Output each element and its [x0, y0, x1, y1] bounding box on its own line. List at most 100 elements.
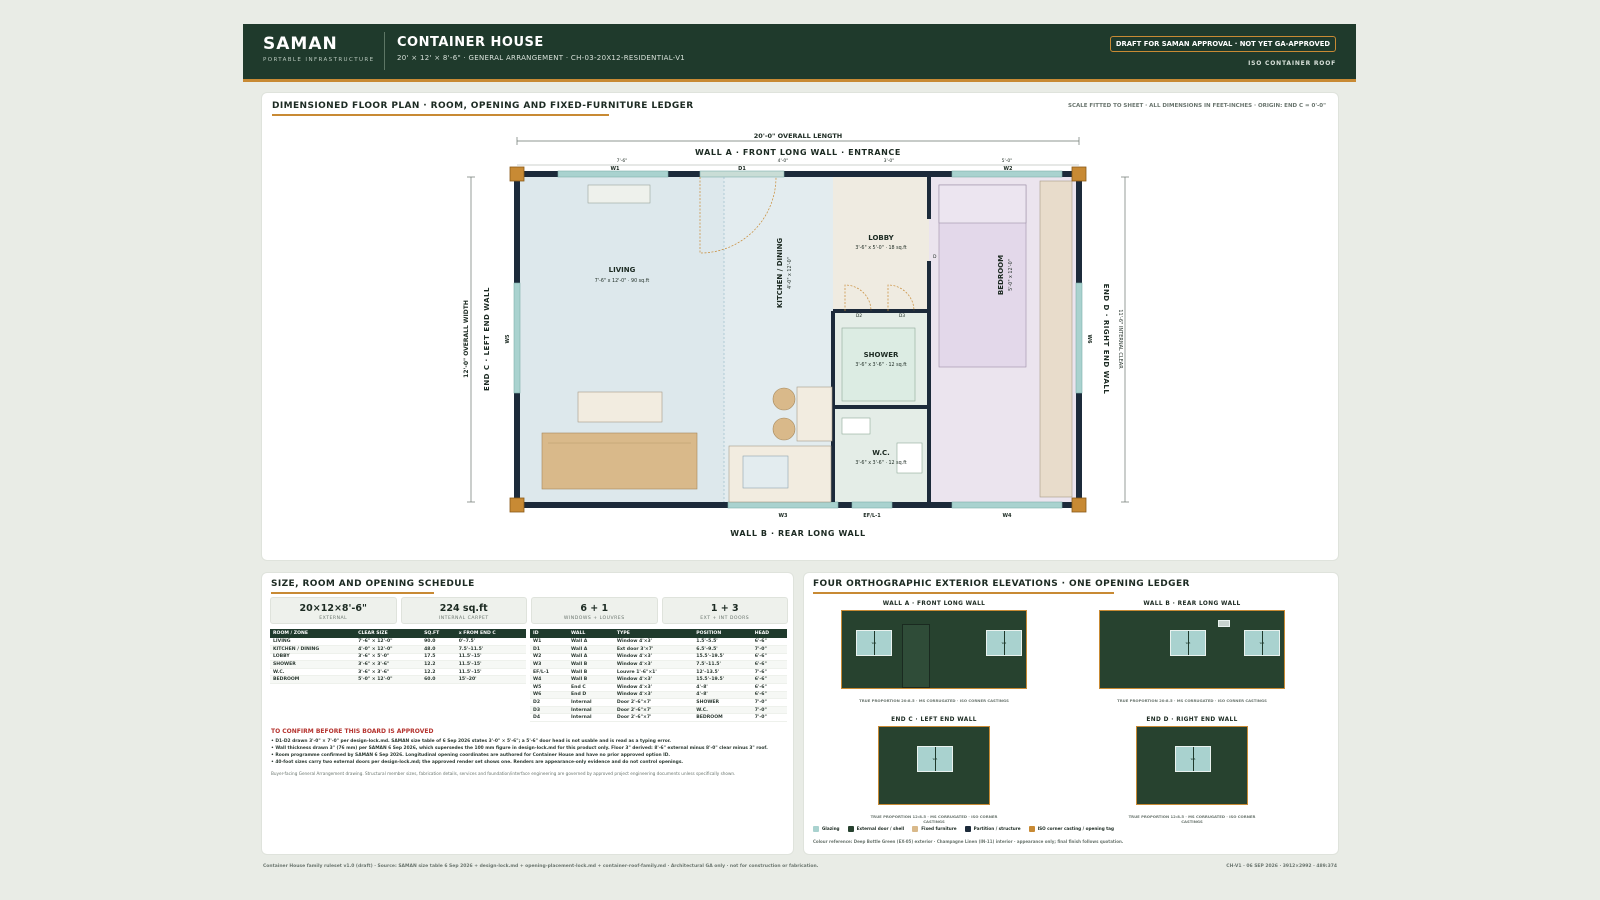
roof-type-tag: ISO CONTAINER ROOF — [1248, 60, 1336, 67]
table-cell: 7'-0" — [751, 698, 787, 707]
table-cell: 6'-6" — [751, 653, 787, 662]
col-header: HEAD — [751, 629, 787, 638]
elevation-title: END D · RIGHT END WALL — [1146, 717, 1238, 723]
table-cell: W.C. — [693, 706, 752, 715]
room-size-wc: 3'-6" x 3'-6" · 12 sq.ft — [855, 460, 906, 466]
table-cell: LOBBY — [270, 653, 356, 662]
stat-value: 1 + 3 — [710, 603, 739, 614]
table-row: W6 End D Window 4'×3' 4'–8' 6'-6" — [530, 691, 787, 700]
table-cell: End C — [568, 683, 614, 692]
table-cell: BEDROOM — [270, 675, 356, 685]
container-elevation: W3 W4 — [1099, 610, 1285, 689]
table-cell: Door 2'-6"×7' — [613, 713, 694, 723]
table-cell: W3 — [530, 660, 569, 669]
project-title: CONTAINER HOUSE — [397, 35, 544, 50]
mullion — [1188, 631, 1189, 655]
table-cell: Window 4'×3' — [613, 638, 694, 647]
table-row: EF/L-1 Wall B Louvre 1'-6"×1' 12'–13.5' 7'-6… — [530, 668, 787, 677]
table-cell: D4 — [530, 713, 569, 723]
draft-status-badge: DRAFT FOR SAMAN APPROVAL · NOT YET GA-AP… — [1109, 36, 1336, 52]
confirmation-notes: TO CONFIRM BEFORE THIS BOARD IS APPROVED… — [271, 728, 786, 776]
table-cell: 15.5'–19.5' — [693, 675, 752, 685]
opening-rows: W1 Wall A Window 4'×3' 1.5'–5.5' 6'-6" D1 Wall… — [530, 638, 787, 723]
sofa — [541, 432, 698, 490]
floor-plan-panel: DIMENSIONED FLOOR PLAN · ROOM, OPENING A… — [261, 92, 1339, 561]
door-d1-opening — [699, 170, 785, 178]
container-elevation: W1 W2 — [841, 610, 1027, 689]
brand-name: SAMAN — [263, 34, 338, 54]
container-elevation: W6 — [1136, 726, 1248, 805]
window-w4-elev: W4 — [1244, 630, 1280, 656]
col-header: TYPE — [613, 629, 694, 638]
stat-value: 224 sq.ft — [439, 603, 488, 614]
window-w1-elev: W1 — [856, 630, 892, 656]
stat-cards: 20×12×8'-6" EXTERNAL 224 sq.ft INTERNAL … — [270, 597, 788, 624]
mullion — [1193, 747, 1194, 771]
stat-value: 6 + 1 — [580, 603, 609, 614]
table-cell: Ext door 3'×7' — [613, 645, 694, 654]
table-cell: 7.5'–11.5' — [455, 645, 526, 654]
disclaimer-text: Buyer-facing General Arrangement drawing… — [271, 771, 736, 776]
wash-basin — [841, 417, 871, 435]
table-cell: 7.5'–11.5' — [693, 660, 752, 669]
col-header: POSITION — [693, 629, 752, 638]
table-row: W3 Wall B Window 4'×3' 7.5'–11.5' 6'-6" — [530, 660, 787, 669]
partition-bedroom — [927, 261, 931, 502]
table-cell: 48.0 — [421, 645, 456, 654]
project-subtitle: 20' × 12' × 8'-6" · GENERAL ARRANGEMENT … — [397, 54, 686, 62]
tag-d2: D2 — [856, 313, 862, 319]
window-w3 — [727, 501, 839, 509]
table-cell: EF/L-1 — [530, 668, 569, 677]
window-w6-elev: W6 — [1175, 746, 1211, 772]
seg-dim-bedroom: 5'-0" — [1002, 158, 1013, 164]
table-cell: End D — [568, 691, 614, 700]
mullion — [874, 631, 875, 655]
table-cell: 6'-6" — [751, 660, 787, 669]
table-row: W.C. 3'-6" × 3'-6" 12.2 11.5'–15' — [270, 668, 526, 677]
bed-pillows — [938, 184, 1027, 224]
room-size-bedroom: 5'-0" x 12'-0" — [1008, 259, 1014, 291]
stat-card-carpet: 224 sq.ft INTERNAL CARPET — [400, 597, 527, 624]
table-cell: Wall A — [568, 645, 614, 654]
title-block: SAMAN PORTABLE INFRASTRUCTURE CONTAINER … — [243, 24, 1356, 82]
stat-value: 20×12×8'-6" — [299, 603, 367, 614]
table-cell: Window 4'×3' — [613, 683, 694, 692]
room-name-shower: SHOWER — [864, 351, 899, 359]
table-row: LIVING 7'-6" × 12'-0" 90.0 0'–7.5' — [270, 638, 526, 647]
window-w2-elev: W2 — [986, 630, 1022, 656]
seg-dim-lobby: 3'-0" — [884, 158, 895, 164]
elevation-title: END C · LEFT END WALL — [891, 717, 977, 723]
louvre-efl1-elev — [1218, 620, 1230, 627]
note-item: • D1-D2 drawn 3'-0" × 7'-0" per design-l… — [271, 739, 671, 744]
room-size-shower: 3'-6" x 3'-6" · 12 sq.ft — [855, 362, 906, 368]
corner-casting-br — [1071, 497, 1087, 513]
wardrobe — [1039, 180, 1073, 498]
mullion — [1004, 631, 1005, 655]
room-size-lobby: 3'-6" x 5'-0" · 18 sq.ft — [855, 245, 906, 251]
corner-casting-tl — [509, 166, 525, 182]
legend-item: Partition / structure — [964, 826, 1021, 832]
table-cell: SHOWER — [270, 660, 356, 669]
table-cell: 7'-0" — [751, 706, 787, 715]
table-cell: 4'–8' — [693, 683, 752, 692]
table-cell: 1.5'–5.5' — [693, 638, 752, 647]
legend-item: ISO corner casting / opening tag — [1028, 826, 1114, 832]
table-cell: D3 — [530, 706, 569, 715]
table-cell: 3'-6" × 3'-6" — [355, 660, 422, 669]
brand-tagline: PORTABLE INFRASTRUCTURE — [263, 57, 375, 63]
elevation-wall-a: WALL A · FRONT LONG WALL W1 W2 TRUE PROP… — [834, 601, 1034, 703]
legend-item: External door / shell — [847, 826, 904, 832]
elevations-panel: FOUR ORTHOGRAPHIC EXTERIOR ELEVATIONS · … — [803, 572, 1339, 855]
col-header: x FROM END C — [455, 629, 526, 638]
table-cell: W6 — [530, 691, 569, 700]
table-cell: 11.5'–15' — [455, 668, 526, 677]
overall-width-label: 12'-0" OVERALL WIDTH — [463, 300, 470, 378]
note-item: • Room programme confirmed by SAMAN 6 Se… — [271, 753, 671, 758]
table-cell: BEDROOM — [693, 713, 752, 723]
table-cell: 0'–7.5' — [455, 638, 526, 647]
table-cell: 5'-0" × 12'-0" — [355, 675, 422, 685]
window-w4 — [951, 501, 1063, 509]
internal-clear-label: 11'-6" INTERNAL CLEAR — [1117, 309, 1123, 369]
project-heading: CONTAINER HOUSE 20' × 12' × 8'-6" · GENE… — [397, 35, 685, 62]
table-cell: Internal — [568, 706, 614, 715]
